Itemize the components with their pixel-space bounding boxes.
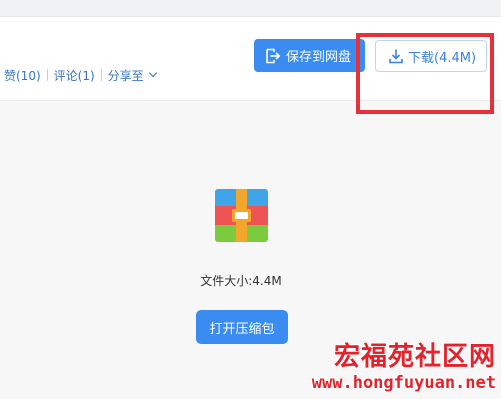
watermark-site-name: 宏福苑社区网 — [333, 342, 496, 372]
like-link[interactable]: 赞(10) — [4, 67, 41, 84]
save-to-cloud-label: 保存到网盘 — [286, 50, 352, 65]
open-archive-button[interactable]: 打开压缩包 — [196, 310, 288, 344]
divider — [46, 69, 48, 81]
download-label: 下载(4.4M) — [408, 50, 477, 66]
download-button[interactable]: 下载(4.4M) — [375, 40, 487, 72]
share-dropdown[interactable]: 分享至 — [107, 67, 157, 84]
comment-link[interactable]: 评论(1) — [54, 67, 95, 84]
divider — [100, 69, 102, 81]
download-icon — [388, 48, 404, 64]
watermark-url: www.hongfuyuan.net — [311, 373, 496, 393]
save-to-cloud-button[interactable]: 保存到网盘 — [254, 39, 365, 72]
open-archive-label: 打开压缩包 — [209, 321, 275, 337]
chevron-down-icon — [148, 68, 157, 78]
archive-file-icon — [215, 189, 268, 246]
save-to-cloud-icon — [265, 48, 281, 64]
top-bar — [0, 0, 501, 17]
file-actions: 赞(10) 评论(1) 分享至 — [4, 66, 157, 84]
file-size-text: 文件大小:4.4M — [200, 274, 282, 288]
share-label: 分享至 — [107, 68, 144, 83]
